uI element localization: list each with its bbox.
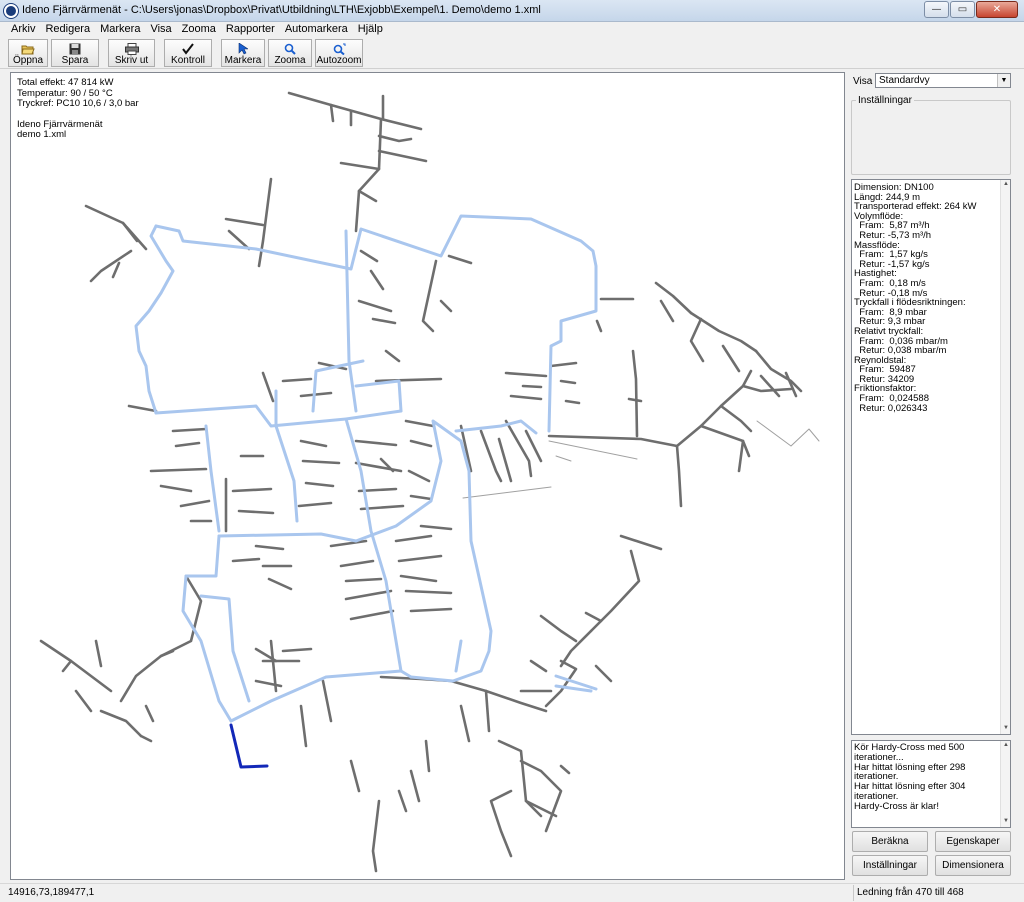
log-line: Har hittat lösning efter 298 iterationer… bbox=[854, 761, 966, 783]
title-bar: Ideno Fjärrvärmenät - C:\Users\jonas\Dro… bbox=[0, 0, 1024, 22]
settings-button[interactable]: Inställningar bbox=[852, 855, 928, 876]
printer-icon bbox=[124, 42, 139, 55]
menu-rapporter[interactable]: Rapporter bbox=[221, 22, 280, 38]
window-title: Ideno Fjärrvärmenät - C:\Users\jonas\Dro… bbox=[22, 4, 541, 16]
autozoom-button[interactable]: Autozoom bbox=[315, 39, 363, 67]
log-line: Har hittat lösning efter 304 iterationer… bbox=[854, 781, 966, 802]
print-button[interactable]: Skriv ut bbox=[108, 39, 155, 67]
pipe-network-drawing[interactable] bbox=[11, 73, 846, 881]
menu-bar: Arkiv Redigera Markera Visa Zooma Rappor… bbox=[0, 22, 1024, 38]
select-button[interactable]: Markera bbox=[221, 39, 265, 67]
info-scrollbar[interactable]: ▲ ▼ bbox=[1000, 180, 1010, 734]
view-select[interactable]: Standardvy ▼ bbox=[875, 73, 1011, 88]
zoom-label: Zooma bbox=[274, 55, 306, 66]
log-panel[interactable]: Kör Hardy-Cross med 500 iterationer... Ha… bbox=[851, 740, 1011, 828]
save-button[interactable]: Spara bbox=[51, 39, 99, 67]
cursor-arrow-icon bbox=[238, 42, 248, 55]
menu-automarkera[interactable]: Automarkera bbox=[280, 22, 353, 38]
log-scroll-down-icon[interactable]: ▼ bbox=[1001, 817, 1011, 827]
minimize-button[interactable]: — bbox=[924, 1, 949, 18]
floppy-icon bbox=[69, 42, 81, 55]
zoom-button[interactable]: Zooma bbox=[268, 39, 312, 67]
status-bar: 14916,73,189477,1 Ledning från 470 till … bbox=[0, 883, 1024, 902]
log-line: Kör Hardy-Cross med 500 iterationer... bbox=[854, 742, 965, 763]
menu-zooma[interactable]: Zooma bbox=[177, 22, 221, 38]
menu-visa[interactable]: Visa bbox=[145, 22, 176, 38]
app-icon bbox=[4, 4, 18, 18]
settings-group: Inställningar bbox=[851, 95, 1011, 175]
selection-status: Ledning från 470 till 468 bbox=[857, 887, 964, 898]
magnifier-icon bbox=[284, 42, 296, 55]
select-label: Markera bbox=[224, 55, 262, 66]
autozoom-icon bbox=[332, 42, 346, 55]
maximize-button[interactable]: ▭ bbox=[950, 1, 975, 18]
checkmark-icon bbox=[182, 42, 194, 55]
window-controls: — ▭ ✕ bbox=[924, 1, 1018, 18]
scroll-down-icon[interactable]: ▼ bbox=[1001, 724, 1011, 734]
network-map[interactable]: Total effekt: 47 814 kW Temperatur: 90 /… bbox=[10, 72, 845, 880]
menu-redigera[interactable]: Redigera bbox=[40, 22, 95, 38]
info-line: Retur: 0,026343 bbox=[854, 402, 928, 414]
check-label: Kontroll bbox=[171, 55, 205, 66]
open-label: Öppna bbox=[12, 55, 44, 66]
file-name-text: demo 1.xml bbox=[17, 129, 67, 140]
cursor-coordinates: 14916,73,189477,1 bbox=[8, 887, 95, 898]
settings-legend: Inställningar bbox=[856, 95, 914, 106]
pipe-info-panel[interactable]: Dimension: DN100 Längd: 244,9 m Transporte… bbox=[851, 179, 1011, 735]
map-summary: Total effekt: 47 814 kW Temperatur: 90 /… bbox=[17, 77, 139, 141]
save-label: Spara bbox=[61, 55, 89, 66]
calculate-button[interactable]: Beräkna bbox=[852, 831, 928, 852]
menu-hjalp[interactable]: Hjälp bbox=[353, 22, 388, 38]
dimension-button[interactable]: Dimensionera bbox=[935, 855, 1011, 876]
view-select-value: Standardvy bbox=[879, 75, 930, 86]
properties-button[interactable]: Egenskaper bbox=[935, 831, 1011, 852]
chevron-down-icon[interactable]: ▼ bbox=[997, 74, 1010, 87]
menu-markera[interactable]: Markera bbox=[95, 22, 145, 38]
pressure-text: Tryckref: PC10 10,6 / 3,0 bar bbox=[17, 98, 139, 109]
toolbar: Öppna Spara Skriv ut Kontroll Markera Zo… bbox=[0, 38, 1024, 69]
log-scrollbar[interactable]: ▲ ▼ bbox=[1000, 741, 1010, 827]
scroll-up-icon[interactable]: ▲ bbox=[1001, 180, 1011, 190]
visa-label: Visa bbox=[853, 76, 873, 87]
folder-open-icon bbox=[21, 42, 35, 55]
total-effect-text: Total effekt: 47 814 kW bbox=[17, 77, 114, 88]
close-button[interactable]: ✕ bbox=[976, 1, 1018, 18]
autozoom-label: Autozoom bbox=[316, 55, 362, 66]
open-button[interactable]: Öppna bbox=[8, 39, 48, 67]
print-label: Skriv ut bbox=[114, 55, 149, 66]
check-button[interactable]: Kontroll bbox=[164, 39, 212, 67]
menu-arkiv[interactable]: Arkiv bbox=[6, 22, 40, 38]
log-line: Hardy-Cross är klar! bbox=[854, 800, 939, 812]
log-scroll-up-icon[interactable]: ▲ bbox=[1001, 741, 1011, 751]
